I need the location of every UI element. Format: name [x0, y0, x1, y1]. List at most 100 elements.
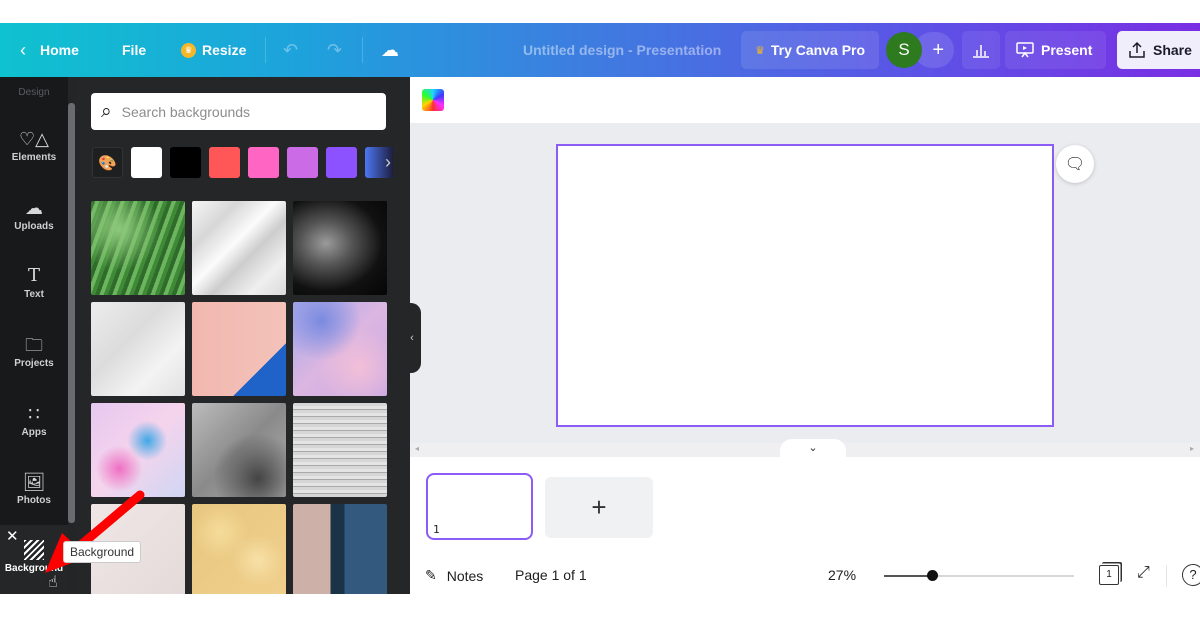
rail-item-uploads[interactable]: ☁ Uploads — [0, 198, 68, 232]
present-label: Present — [1041, 42, 1093, 58]
cloud-check-icon: ☁ — [381, 39, 399, 60]
grid-icon: ∷ — [28, 404, 40, 424]
background-thumbnail[interactable] — [192, 504, 286, 594]
background-thumbnail[interactable] — [91, 302, 185, 396]
background-thumbnail[interactable] — [192, 302, 286, 396]
rail-item-apps[interactable]: ∷ Apps — [0, 404, 68, 438]
editor-area: 🗨 ◂ ▸ ⌄ 1 + ✎ Notes Page 1 of 1 27% 1 ⤢ … — [410, 77, 1200, 594]
design-page[interactable] — [556, 144, 1054, 427]
divider — [265, 37, 266, 63]
collapse-panel-button[interactable]: ‹ — [403, 303, 421, 373]
swatch-pink[interactable] — [248, 147, 279, 178]
swatch-purple[interactable] — [287, 147, 318, 178]
rail-item-text[interactable]: T Text — [0, 265, 68, 301]
background-thumbnail[interactable] — [293, 403, 387, 497]
present-button[interactable]: Present — [1005, 31, 1107, 69]
toggle-pages-button[interactable]: ⌄ — [780, 439, 846, 457]
share-label: Share — [1153, 42, 1192, 58]
bar-chart-icon — [973, 45, 989, 58]
resize-button[interactable]: ♛ Resize — [181, 23, 246, 77]
chevron-down-icon: ⌄ — [808, 442, 818, 454]
plus-icon: + — [932, 38, 944, 61]
crown-icon: ♛ — [181, 42, 196, 58]
search-icon: ⌕ — [101, 100, 112, 122]
background-thumbnail[interactable] — [91, 403, 185, 497]
rail-label: Elements — [11, 152, 57, 163]
help-button[interactable]: ? — [1182, 564, 1200, 586]
save-status-button[interactable]: ☁ — [381, 23, 399, 77]
crown-icon: ♛ — [755, 44, 765, 57]
swatches-next-button[interactable]: › — [365, 147, 393, 178]
page-thumbnail-number: 1 — [433, 523, 440, 536]
design-title[interactable]: Untitled design - Presentation — [523, 23, 721, 77]
add-page-button[interactable]: + — [545, 477, 653, 538]
canvas-stage: 🗨 ◂ ▸ ⌄ — [410, 123, 1200, 457]
resize-label: Resize — [202, 42, 247, 58]
top-bar: ‹ Home File ♛ Resize ↶ ↷ ☁ Untitled desi… — [0, 23, 1200, 77]
insights-button[interactable] — [962, 31, 1000, 69]
redo-button[interactable]: ↷ — [327, 23, 342, 77]
redo-icon: ↷ — [327, 39, 343, 60]
hand-cursor-icon: ☝ — [48, 574, 58, 591]
presentation-icon — [1016, 42, 1034, 58]
rail-label: Projects — [14, 358, 54, 369]
zoom-slider[interactable] — [884, 570, 1074, 581]
fullscreen-button[interactable]: ⤢ — [1137, 564, 1150, 582]
chevron-left-icon: ‹ — [20, 39, 26, 60]
rail-item-projects[interactable]: 🗀 Projects — [0, 335, 68, 369]
divider — [1166, 565, 1167, 587]
palette-icon: 🎨 — [98, 154, 117, 172]
divider — [362, 37, 363, 63]
undo-icon: ↶ — [283, 39, 299, 60]
rail-item-design[interactable]: Design — [0, 87, 68, 98]
background-thumbnail[interactable] — [293, 504, 387, 594]
rail-item-elements[interactable]: ♡△ Elements — [0, 129, 68, 163]
zoom-level[interactable]: 27% — [828, 567, 856, 583]
page-indicator: Page 1 of 1 — [515, 567, 587, 583]
scrollbar-thumb[interactable] — [68, 103, 75, 523]
add-comment-button[interactable]: 🗨 — [1056, 145, 1094, 183]
search-backgrounds-field[interactable]: ⌕ — [91, 93, 386, 130]
footer-bar: ✎ Notes Page 1 of 1 27% 1 ⤢ ? — [410, 559, 1200, 594]
notes-button[interactable]: ✎ Notes — [425, 567, 483, 584]
undo-button[interactable]: ↶ — [283, 23, 298, 77]
text-icon: T — [27, 265, 40, 286]
rail-label: Text — [24, 289, 44, 300]
scroll-right-icon[interactable]: ▸ — [1190, 444, 1194, 453]
chevron-left-icon: ‹ — [410, 332, 414, 344]
background-thumbnail[interactable] — [192, 403, 286, 497]
background-thumbnail[interactable] — [91, 201, 185, 295]
scroll-left-icon[interactable]: ◂ — [415, 444, 419, 453]
swatch-red[interactable] — [209, 147, 240, 178]
share-button[interactable]: Share — [1117, 31, 1200, 69]
avatar[interactable]: S — [886, 32, 922, 68]
notes-label: Notes — [446, 567, 484, 584]
palette-button[interactable]: 🎨 — [92, 147, 123, 178]
zoom-slider-knob[interactable] — [926, 570, 938, 581]
home-button[interactable]: ‹ Home — [20, 23, 79, 77]
background-thumbnail[interactable] — [293, 302, 387, 396]
file-menu-button[interactable]: File — [122, 23, 146, 77]
annotation-arrow — [45, 490, 145, 573]
page-thumbnail[interactable]: 1 — [426, 473, 533, 540]
color-swatches: 🎨 › — [92, 147, 393, 178]
expand-icon: ⤢ — [1137, 564, 1150, 581]
rail-label: Apps — [21, 427, 47, 438]
comment-plus-icon: 🗨 — [1064, 156, 1086, 173]
chevron-right-icon: › — [385, 152, 391, 172]
search-input[interactable] — [121, 103, 352, 120]
rail-label: Design — [18, 87, 50, 98]
try-pro-label: Try Canva Pro — [770, 42, 866, 58]
page-grid-view-button[interactable]: 1 — [1099, 565, 1119, 585]
background-thumbnail[interactable] — [293, 201, 387, 295]
swatch-violet[interactable] — [326, 147, 357, 178]
swatch-white[interactable] — [131, 147, 162, 178]
shapes-icon: ♡△ — [19, 129, 49, 149]
try-canva-pro-button[interactable]: ♛ Try Canva Pro — [741, 31, 880, 69]
background-color-button[interactable] — [422, 89, 444, 111]
folder-icon: 🗀 — [25, 335, 43, 355]
swatch-black[interactable] — [170, 147, 201, 178]
notes-icon: ✎ — [425, 567, 437, 583]
background-thumbnail[interactable] — [192, 201, 286, 295]
canva-editor-window: ‹ Home File ♛ Resize ↶ ↷ ☁ Untitled desi… — [0, 23, 1200, 594]
